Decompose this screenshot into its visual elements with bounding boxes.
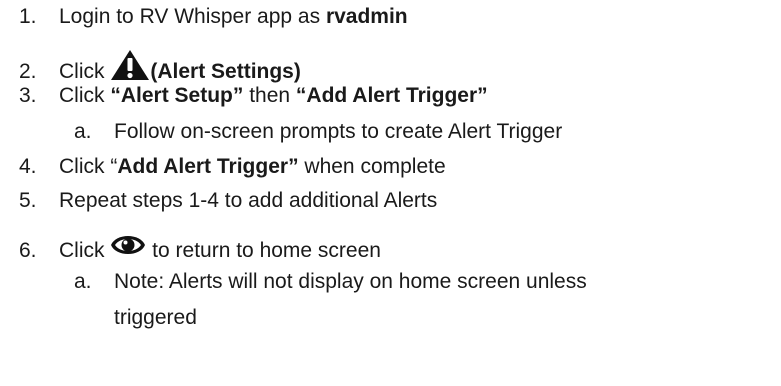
step-bold-text: Add Alert Trigger”	[117, 155, 299, 178]
step-6a: a. Note: Alerts will not display on home …	[74, 269, 587, 295]
step-text: Click “	[59, 155, 118, 178]
substep-text: Follow on-screen prompts to create Alert…	[114, 120, 563, 143]
step-text: Click	[59, 84, 111, 107]
step-number: 3.	[19, 84, 37, 107]
step-4: 4. Click “Add Alert Trigger” when complet…	[19, 154, 446, 180]
substep-letter: a.	[74, 270, 92, 293]
step-number: 6.	[19, 239, 37, 262]
step-text: when complete	[298, 155, 446, 178]
step-number: 1.	[19, 5, 37, 28]
step-6: 6. Click to return to home screen	[19, 230, 381, 267]
step-text: then	[243, 84, 296, 107]
step-bold-text: “Add Alert Trigger”	[295, 84, 488, 107]
step-text: to return to home screen	[146, 239, 381, 262]
step-text: Click	[59, 239, 111, 262]
substep-text: triggered	[114, 306, 197, 329]
step-text: Click	[59, 60, 111, 83]
step-number: 2.	[19, 60, 37, 83]
step-3: 3. Click “Alert Setup” then “Add Alert Tr…	[19, 83, 488, 109]
step-6a-continued: triggered	[114, 305, 197, 331]
step-bold-text: “Alert Setup”	[110, 84, 244, 107]
step-number: 5.	[19, 189, 37, 212]
step-number: 4.	[19, 155, 37, 178]
substep-text: Note: Alerts will not display on home sc…	[114, 270, 587, 293]
step-text: Login to RV Whisper app as	[59, 5, 326, 28]
step-3a: a. Follow on-screen prompts to create Ale…	[74, 119, 562, 145]
instruction-list: 1. Login to RV Whisper app as rvadmin 2. C…	[0, 0, 781, 386]
step-1: 1. Login to RV Whisper app as rvadmin	[19, 4, 408, 30]
step-bold-text: (Alert Settings)	[150, 60, 301, 83]
step-text: Repeat steps 1-4 to add additional Alert…	[59, 189, 438, 212]
step-5: 5. Repeat steps 1-4 to add additional Ale…	[19, 188, 437, 214]
eye-icon	[110, 230, 146, 267]
step-bold-text: rvadmin	[325, 5, 408, 28]
substep-letter: a.	[74, 120, 92, 143]
